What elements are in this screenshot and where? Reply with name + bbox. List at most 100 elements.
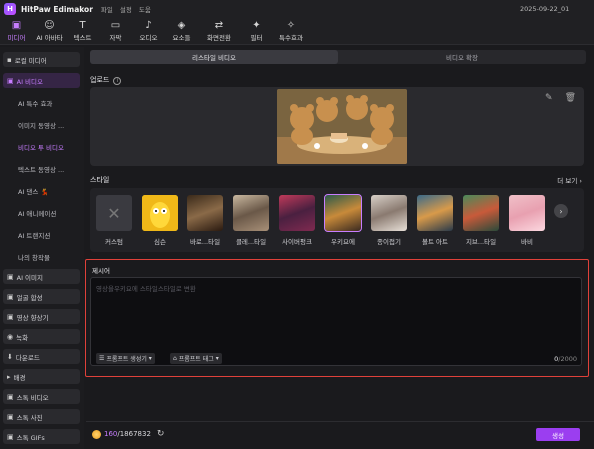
tool-audio[interactable]: ♪ 오디오	[132, 18, 165, 44]
project-name: 2025-09-22_01	[520, 5, 570, 13]
subtitle-icon: ▭	[110, 19, 121, 31]
style-card-ukiyoe[interactable]: 우키요에	[324, 194, 362, 246]
credits-display: 160/1867832 ↻	[92, 427, 164, 441]
style-card-baroque[interactable]: 바로...타일	[187, 195, 223, 246]
style-card-simpsons[interactable]: 심슨	[142, 195, 178, 246]
sidebar-item-stock-gifs[interactable]: ▣ 스톡 GIFs	[3, 429, 80, 444]
filter-icon: ✦	[252, 19, 261, 31]
style-card-barbie[interactable]: 바비	[509, 195, 545, 246]
custom-style-icon: ✕	[96, 195, 132, 231]
tool-media[interactable]: ▣ 미디어	[0, 18, 33, 44]
coin-icon	[92, 429, 101, 439]
enhance-icon: ▣	[7, 312, 14, 321]
generator-icon: ☰	[99, 355, 105, 362]
app-logo: H	[4, 3, 16, 15]
upload-heading: 업로드 i	[90, 75, 122, 85]
prompt-heading: 제시어	[92, 267, 110, 275]
tab-restyle-video[interactable]: 리스타일 비디오	[90, 50, 338, 64]
gif-icon: ▣	[7, 432, 14, 441]
prompt-generator-button[interactable]: ☰ 프롬프트 생성기 ▾	[96, 353, 155, 364]
tool-filter[interactable]: ✦ 필터	[240, 18, 273, 44]
sidebar-sub-text-to-video[interactable]: 텍스트 동영상 ...	[18, 164, 64, 174]
tab-video-extend[interactable]: 비디오 확장	[338, 50, 586, 64]
sidebar-item-ai-image[interactable]: ▣ AI 이미지	[3, 269, 80, 284]
style-thumb	[371, 195, 407, 231]
style-heading: 스타일	[90, 176, 110, 184]
tool-text[interactable]: T 텍스트	[66, 18, 99, 44]
info-icon[interactable]: i	[113, 77, 122, 85]
sidebar-item-face-swap[interactable]: ▣ 얼굴 합성	[3, 289, 80, 304]
prompt-tag-button[interactable]: ⌂ 프롬프트 태그 ▾	[170, 353, 222, 364]
style-card-bolt-art[interactable]: 볼트 아트	[417, 195, 453, 246]
sidebar-sub-ai-effects[interactable]: AI 특수 효과	[18, 98, 52, 108]
style-thumb	[463, 195, 499, 231]
video-icon: ▣	[7, 392, 14, 401]
style-gallery: ✕ 커스텀 심슨 바로...타일 클레...타일 사이버펑크 우키요에 종이접기	[90, 188, 584, 252]
folder-icon: ▪	[7, 55, 12, 64]
edit-icon[interactable]: ✎	[545, 93, 553, 103]
prompt-textarea[interactable]: 영상을우키요에 스타일스타일로 변환 ☰ 프롬프트 생성기 ▾ ⌂ 프롬프트 태…	[90, 277, 582, 366]
chevron-right-icon[interactable]: ›	[554, 204, 568, 218]
effects-icon: ✧	[286, 19, 296, 31]
sidebar-sub-ai-transition[interactable]: AI 트랜지션	[18, 230, 50, 240]
audio-icon: ♪	[145, 19, 152, 31]
mode-tabs: 리스타일 비디오 비디오 확장	[90, 50, 586, 64]
prompt-placeholder: 영상을우키요에 스타일스타일로 변환	[96, 285, 196, 293]
style-thumb	[324, 194, 362, 232]
main-toolbar: ▣ 미디어 ☺ AI 아바타 T 텍스트 ▭ 자막 ♪ 오디오 ◈ 요소들 ⇄ 화면전환 ✦ 필…	[0, 18, 594, 45]
sidebar-item-local-media[interactable]: ▪ 로컬 미디어	[3, 52, 80, 67]
record-icon: ◉	[7, 332, 14, 341]
style-card-clay[interactable]: 클레...타일	[233, 195, 269, 246]
see-more-link[interactable]: 더 보기 ›	[557, 175, 582, 185]
generate-button[interactable]: 생성	[536, 428, 580, 441]
app-title: HitPaw Edimakor	[21, 4, 93, 14]
char-counter: 0/2000	[554, 355, 577, 363]
sidebar-item-stock-photo[interactable]: ▣ 스톡 사진	[3, 409, 80, 424]
download-icon: ⬇	[7, 352, 13, 361]
menu-settings[interactable]: 설정	[120, 4, 132, 14]
bottom-bar: 160/1867832 ↻ 생성	[86, 421, 594, 447]
tool-elements[interactable]: ◈ 요소들	[165, 18, 198, 44]
avatar-icon: ☺	[44, 19, 55, 31]
uploaded-video-thumbnail	[277, 89, 407, 164]
transition-icon: ⇄	[214, 19, 224, 31]
style-thumb	[509, 195, 545, 231]
sidebar-sub-ai-animation[interactable]: AI 애니메이션	[18, 208, 56, 218]
teddy-bears-illustration	[277, 89, 407, 164]
sidebar-item-record[interactable]: ◉ 녹화	[3, 329, 80, 344]
upload-area[interactable]: ✎ 🗑	[90, 87, 584, 166]
sidebar-sub-my-creations[interactable]: 나의 창작물	[18, 252, 50, 262]
sidebar-item-stock-video[interactable]: ▣ 스톡 비디오	[3, 389, 80, 404]
sidebar-sub-video-to-video[interactable]: 비디오 투 비디오	[4, 138, 80, 152]
tool-subtitle[interactable]: ▭ 자막	[99, 18, 132, 44]
elements-icon: ◈	[177, 19, 186, 31]
tag-icon: ⌂	[173, 355, 177, 362]
style-thumb	[279, 195, 315, 231]
chevron-down-icon: ▾	[215, 355, 219, 362]
ai-video-icon: ▣	[7, 76, 14, 85]
sidebar-item-enhancer[interactable]: ▣ 영상 향상기	[3, 309, 80, 324]
style-thumb	[417, 195, 453, 231]
style-card-cyberpunk[interactable]: 사이버펑크	[279, 195, 315, 246]
image-icon: ▣	[7, 272, 14, 281]
sidebar-sub-image-to-video[interactable]: 이미지 동영상 ...	[18, 120, 64, 130]
menu-help[interactable]: 도움	[139, 4, 151, 14]
style-card-custom[interactable]: ✕ 커스텀	[96, 195, 132, 246]
sidebar-item-ai-video[interactable]: ▣ AI 비디오	[3, 73, 80, 88]
refresh-icon[interactable]: ↻	[157, 429, 165, 439]
sidebar: ▪ 로컬 미디어 ▣ AI 비디오 AI 특수 효과 이미지 동영상 ... 비디오…	[0, 47, 84, 449]
tool-effects[interactable]: ✧ 특수효과	[273, 18, 309, 44]
trash-icon[interactable]: 🗑	[565, 93, 576, 103]
simpsons-illustration	[142, 195, 178, 231]
tool-transition[interactable]: ⇄ 화면전환	[198, 18, 240, 44]
style-thumb	[233, 195, 269, 231]
face-icon: ▣	[7, 292, 14, 301]
sidebar-sub-ai-dance[interactable]: AI 댄스 💃	[18, 186, 49, 196]
sidebar-item-download[interactable]: ⬇ 다운로드	[3, 349, 80, 364]
menu-file[interactable]: 파일	[101, 4, 113, 14]
sidebar-item-background[interactable]: ▸ 배경	[3, 369, 80, 384]
style-card-origami[interactable]: 종이접기	[371, 195, 407, 246]
style-card-ghibli[interactable]: 지브...타일	[463, 195, 499, 246]
tool-ai-avatar[interactable]: ☺ AI 아바타	[33, 18, 66, 44]
text-icon: T	[79, 19, 86, 31]
